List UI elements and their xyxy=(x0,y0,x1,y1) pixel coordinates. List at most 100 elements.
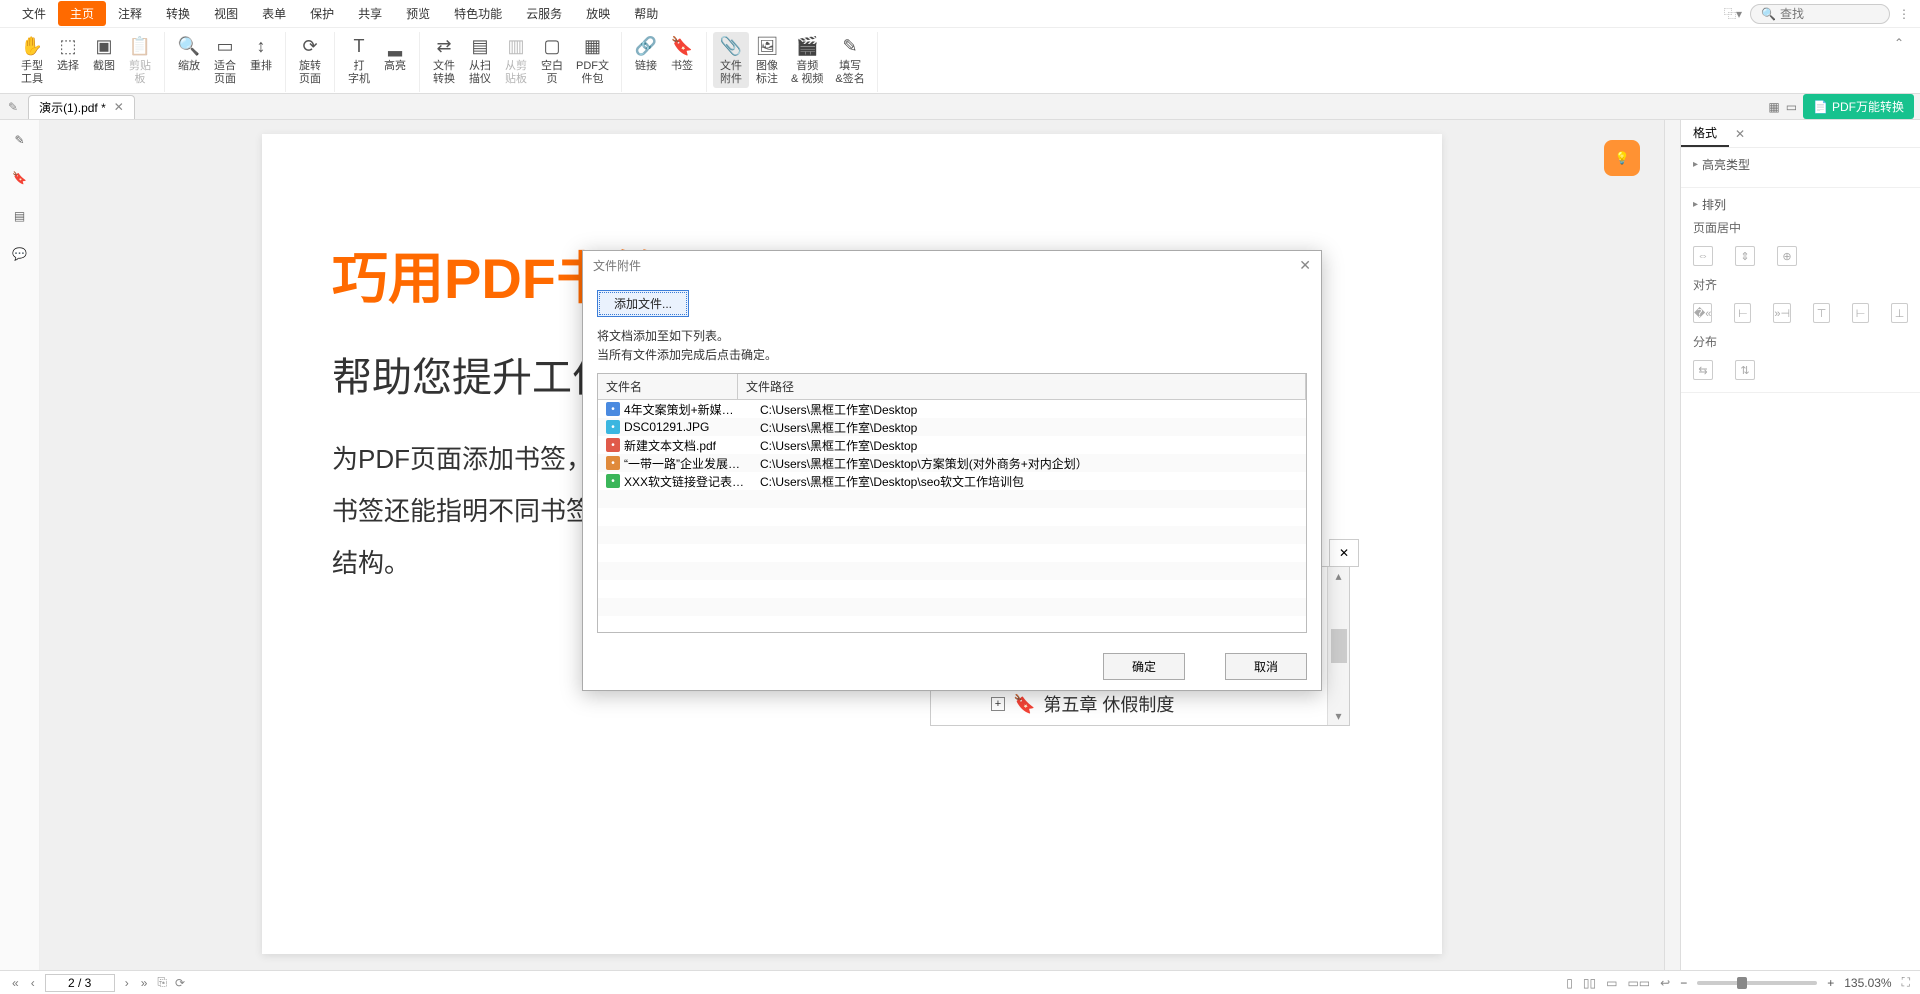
ribbon-截图[interactable]: ▣截图 xyxy=(86,32,122,75)
more-icon[interactable]: ⋮ xyxy=(1898,7,1910,21)
ribbon-空白页[interactable]: ▢空白 页 xyxy=(534,32,570,88)
scroll-up-icon[interactable]: ▴ xyxy=(1333,567,1343,585)
tips-bulb-button[interactable]: 💡 xyxy=(1604,140,1640,176)
zoom-out-icon[interactable]: − xyxy=(1680,976,1687,990)
page-view-icon[interactable]: ▭ xyxy=(1786,100,1797,114)
distribute-h-icon[interactable]: ⇆ xyxy=(1693,360,1713,380)
file-row[interactable]: •新建文本文档.pdfC:\Users\黑框工作室\Desktop xyxy=(598,436,1306,454)
prev-page-icon[interactable]: ‹ xyxy=(29,976,37,990)
ribbon-图像标注[interactable]: 🖼图像 标注 xyxy=(749,32,785,88)
format-tab[interactable]: 格式 xyxy=(1681,120,1729,147)
fullscreen-icon[interactable]: ⛶ xyxy=(1902,975,1910,990)
menu-表单[interactable]: 表单 xyxy=(250,1,298,26)
align-middle-icon[interactable]: ⊢ xyxy=(1852,303,1869,323)
center-v-icon[interactable]: ⇕ xyxy=(1735,246,1755,266)
vertical-scrollbar[interactable] xyxy=(1664,120,1680,970)
first-page-icon[interactable]: « xyxy=(10,976,21,990)
section-highlight-type[interactable]: 高亮类型 xyxy=(1693,156,1908,173)
menu-放映[interactable]: 放映 xyxy=(574,1,622,26)
ribbon-选择[interactable]: ⬚选择 xyxy=(50,32,86,75)
menu-主页[interactable]: 主页 xyxy=(58,1,106,26)
cancel-button[interactable]: 取消 xyxy=(1225,653,1307,680)
clipboard-icon[interactable]: ▤ xyxy=(10,206,30,226)
ribbon-PDF文件包[interactable]: ▦PDF文 件包 xyxy=(570,32,615,88)
ribbon-链接[interactable]: 🔗链接 xyxy=(628,32,664,75)
align-top-icon[interactable]: ⊤ xyxy=(1813,303,1830,323)
menu-文件[interactable]: 文件 xyxy=(10,1,58,26)
ribbon-文件转换[interactable]: ⇄文件 转换 xyxy=(426,32,462,88)
dialog-close-icon[interactable]: ✕ xyxy=(1299,257,1311,274)
scroll-down-icon[interactable]: ▾ xyxy=(1333,707,1343,725)
continuous-icon[interactable]: ▯▯ xyxy=(1583,976,1596,990)
zoom-thumb[interactable] xyxy=(1737,977,1747,989)
close-icon[interactable]: ✕ xyxy=(114,100,124,114)
ribbon-缩放[interactable]: 🔍缩放 xyxy=(171,32,207,75)
page-number-input[interactable] xyxy=(45,974,115,992)
menu-视图[interactable]: 视图 xyxy=(202,1,250,26)
ribbon-旋转页面[interactable]: ⟳旋转 页面 xyxy=(292,32,328,88)
bookmark-item[interactable]: + 🔖 第五章 休假制度 xyxy=(991,691,1264,717)
view-mode-icon[interactable]: ⿻▾ xyxy=(1724,5,1742,22)
ribbon-高亮[interactable]: ▂高亮 xyxy=(377,32,413,75)
ribbon-从剪贴板[interactable]: ▥从剪 贴板 xyxy=(498,32,534,88)
edit-icon[interactable]: ✎ xyxy=(8,100,18,114)
section-arrange[interactable]: 排列 xyxy=(1693,196,1908,213)
menu-转换[interactable]: 转换 xyxy=(154,1,202,26)
file-row[interactable]: •4年文案策划+新媒…C:\Users\黑框工作室\Desktop xyxy=(598,400,1306,418)
last-page-icon[interactable]: » xyxy=(139,976,150,990)
document-tab[interactable]: 演示(1).pdf * ✕ xyxy=(28,95,135,119)
panel-scrollbar[interactable]: ▴ ▾ xyxy=(1327,567,1349,725)
add-file-button[interactable]: 添加文件... xyxy=(597,290,689,317)
ribbon-文件附件[interactable]: 📎文件 附件 xyxy=(713,32,749,88)
ribbon-适合页面[interactable]: ▭适合 页面 xyxy=(207,32,243,88)
zoom-value[interactable]: 135.03% xyxy=(1844,976,1891,990)
column-filename[interactable]: 文件名 xyxy=(598,374,738,399)
bookmark-icon[interactable]: 🔖 xyxy=(10,168,30,188)
align-center-icon[interactable]: ⊢ xyxy=(1734,303,1751,323)
ribbon-collapse-icon[interactable]: ⌃ xyxy=(1886,32,1912,54)
ribbon-书签[interactable]: 🔖书签 xyxy=(664,32,700,75)
ribbon-重排[interactable]: ↕重排 xyxy=(243,32,279,75)
zoom-slider[interactable] xyxy=(1697,981,1817,985)
menu-预览[interactable]: 预览 xyxy=(394,1,442,26)
two-page-icon[interactable]: ▭ xyxy=(1606,976,1617,990)
center-h-icon[interactable]: ⇔ xyxy=(1693,246,1713,266)
align-left-icon[interactable]: �« xyxy=(1693,303,1712,323)
expand-icon[interactable]: + xyxy=(991,697,1005,711)
align-bottom-icon[interactable]: ⊥ xyxy=(1891,303,1908,323)
ribbon-填写&签名[interactable]: ✎填写 &签名 xyxy=(829,32,870,88)
wrap-icon[interactable]: ↩ xyxy=(1660,976,1670,990)
center-both-icon[interactable]: ⊕ xyxy=(1777,246,1797,266)
ribbon-打字机[interactable]: T打 字机 xyxy=(341,32,377,88)
pdf-convert-button[interactable]: 📄 PDF万能转换 xyxy=(1803,94,1914,119)
zoom-in-icon[interactable]: + xyxy=(1827,976,1834,990)
menu-注释[interactable]: 注释 xyxy=(106,1,154,26)
grid-view-icon[interactable]: ▦ xyxy=(1768,100,1779,114)
comment-icon[interactable]: 💬 xyxy=(10,244,30,264)
single-page-icon[interactable]: ▯ xyxy=(1566,976,1573,990)
menu-帮助[interactable]: 帮助 xyxy=(622,1,670,26)
close-icon[interactable]: ✕ xyxy=(1735,127,1745,141)
file-row[interactable]: •XXX软文链接登记表…C:\Users\黑框工作室\Desktop\seo软文… xyxy=(598,472,1306,490)
search-input[interactable] xyxy=(1780,7,1880,21)
ribbon-手型工具[interactable]: ✋手型 工具 xyxy=(14,32,50,88)
ok-button[interactable]: 确定 xyxy=(1103,653,1185,680)
rotate-icon[interactable]: ⟳ xyxy=(175,976,185,990)
copy-icon[interactable]: ⎘ xyxy=(157,975,167,990)
file-row[interactable]: •“一带一路”企业发展…C:\Users\黑框工作室\Desktop\方案策划(… xyxy=(598,454,1306,472)
column-filepath[interactable]: 文件路径 xyxy=(738,374,1306,399)
distribute-v-icon[interactable]: ⇅ xyxy=(1735,360,1755,380)
ribbon-从扫描仪[interactable]: ▤从扫 描仪 xyxy=(462,32,498,88)
menu-保护[interactable]: 保护 xyxy=(298,1,346,26)
next-page-icon[interactable]: › xyxy=(123,976,131,990)
scroll-thumb[interactable] xyxy=(1331,629,1347,663)
menu-特色功能[interactable]: 特色功能 xyxy=(442,1,514,26)
ribbon-剪贴板[interactable]: 📋剪贴 板 xyxy=(122,32,158,88)
book-view-icon[interactable]: ▭▭ xyxy=(1627,976,1650,990)
pencil-icon[interactable]: ✎ xyxy=(10,130,30,150)
ribbon-音频& 视频[interactable]: 🎬音频 & 视频 xyxy=(785,32,829,88)
search-box[interactable]: 🔍 xyxy=(1750,4,1890,24)
menu-共享[interactable]: 共享 xyxy=(346,1,394,26)
panel-close-icon[interactable]: ✕ xyxy=(1329,539,1359,567)
file-row[interactable]: •DSC01291.JPGC:\Users\黑框工作室\Desktop xyxy=(598,418,1306,436)
